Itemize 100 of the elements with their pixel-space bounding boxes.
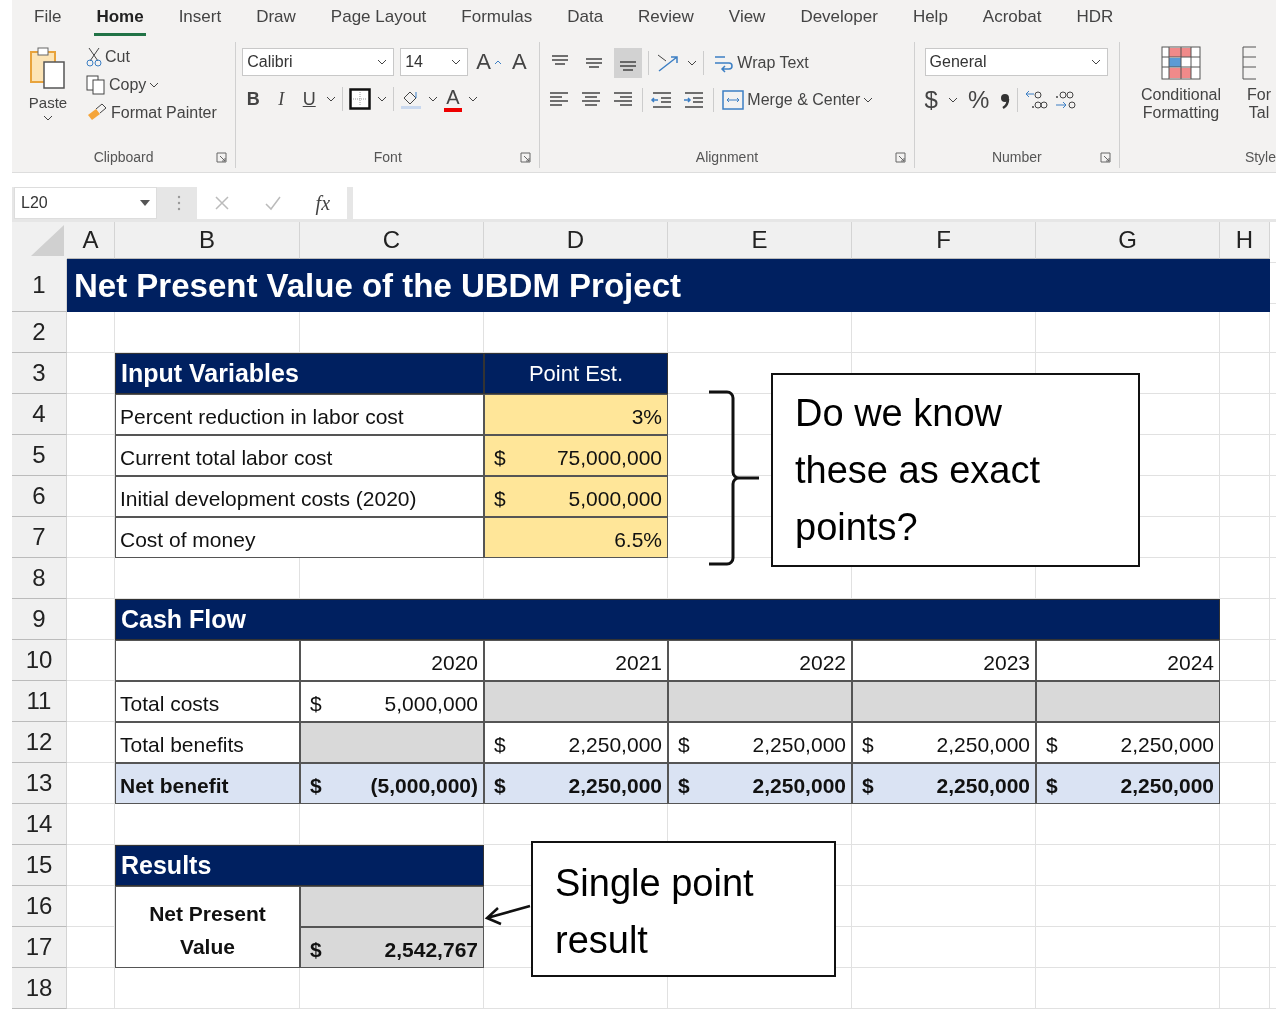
ribbon-tab[interactable]: Help: [910, 0, 950, 36]
launcher-icon[interactable]: [216, 152, 228, 163]
year-cell: 2020: [300, 640, 484, 681]
ribbon-tab[interactable]: Insert: [176, 0, 224, 36]
column-header[interactable]: A: [67, 222, 115, 259]
grow-font-button[interactable]: A: [474, 48, 504, 76]
row-header[interactable]: 2: [12, 312, 67, 353]
table-cell: $ (5,000,000): [300, 763, 484, 804]
launcher-icon[interactable]: [1100, 152, 1111, 163]
font-color-button[interactable]: A: [444, 86, 462, 112]
row-header[interactable]: 4: [12, 394, 67, 435]
font-size-dropdown[interactable]: 14: [400, 48, 469, 76]
currency-button[interactable]: $: [920, 86, 942, 114]
row-header[interactable]: 15: [12, 845, 67, 886]
caret-up-icon: [493, 59, 502, 65]
column-header[interactable]: F: [852, 222, 1036, 259]
formula-input[interactable]: [353, 187, 1276, 219]
column-header[interactable]: G: [1036, 222, 1220, 259]
ribbon-tab[interactable]: File: [32, 0, 64, 36]
ribbon-tab[interactable]: HDR: [1074, 0, 1116, 36]
vertical-align-icon[interactable]: [614, 48, 643, 78]
grip-icon[interactable]: [177, 195, 181, 211]
format-painter-button[interactable]: Format Painter: [84, 102, 219, 124]
cut-button[interactable]: Cut: [84, 46, 219, 68]
input-cell[interactable]: 3%: [484, 394, 668, 435]
row-header[interactable]: 1: [12, 259, 67, 312]
ribbon-tab[interactable]: Acrobat: [980, 0, 1044, 36]
row-header[interactable]: 5: [12, 435, 67, 476]
table-cell: $ 2,250,000: [484, 763, 668, 804]
ribbon-tab[interactable]: Data: [565, 0, 606, 36]
column-header[interactable]: C: [300, 222, 484, 259]
ribbon-tab[interactable]: Formulas: [459, 0, 535, 36]
launcher-icon[interactable]: [894, 152, 906, 163]
row-header[interactable]: 13: [12, 763, 67, 804]
row-header[interactable]: 12: [12, 722, 67, 763]
increase-decimal-icon[interactable]: [1024, 88, 1049, 112]
input-cell[interactable]: 6.5%: [484, 517, 668, 558]
year-cell: 2021: [484, 640, 668, 681]
copy-button[interactable]: Copy: [84, 74, 219, 96]
ribbon-tab[interactable]: Review: [636, 0, 696, 36]
table-cell: $ 2,250,000: [668, 763, 852, 804]
column-header[interactable]: B: [115, 222, 300, 259]
italic-button[interactable]: I: [270, 87, 293, 111]
column-header[interactable]: E: [668, 222, 852, 259]
bold-button[interactable]: B: [242, 87, 265, 111]
table-cell: Current total labor cost: [115, 435, 484, 476]
row-header[interactable]: 7: [12, 517, 67, 558]
ribbon-tab[interactable]: Page Layout: [328, 0, 429, 36]
table-cell: Total costs: [115, 681, 300, 722]
paste-button[interactable]: Paste: [18, 42, 78, 146]
caret-icon: [428, 96, 439, 102]
table-header: Cash Flow: [115, 599, 1220, 640]
caret-icon: [149, 82, 160, 88]
row-header[interactable]: 6: [12, 476, 67, 517]
row-header[interactable]: 16: [12, 886, 67, 927]
row-header[interactable]: 17: [12, 927, 67, 968]
conditional-formatting-button[interactable]: Conditional Formatting: [1126, 42, 1236, 146]
caret-icon: [687, 60, 698, 66]
wrap-text-button[interactable]: Wrap Text: [710, 51, 811, 75]
input-cell[interactable]: $ 5,000,000: [484, 476, 668, 517]
check-icon[interactable]: [263, 195, 282, 211]
table-cell: $ 2,250,000: [852, 763, 1036, 804]
ribbon-tab[interactable]: View: [726, 0, 768, 36]
column-header[interactable]: D: [484, 222, 668, 259]
row-header[interactable]: 11: [12, 681, 67, 722]
table-cell: Net benefit: [115, 763, 300, 804]
row-header[interactable]: 8: [12, 558, 67, 599]
row-header[interactable]: 18: [12, 968, 67, 1009]
decrease-decimal-icon[interactable]: [1054, 88, 1079, 112]
group-label: Font: [373, 149, 402, 165]
row-header[interactable]: 9: [12, 599, 67, 640]
caret-icon: [947, 97, 958, 103]
name-box[interactable]: L20: [14, 187, 157, 219]
format-table-button[interactable]: For Tal: [1242, 42, 1276, 146]
column-header[interactable]: H: [1220, 222, 1270, 259]
merge-center-button[interactable]: Merge & Center: [720, 88, 876, 112]
table-cell: $ 2,250,000: [1036, 722, 1220, 763]
shrink-font-button[interactable]: A: [509, 48, 529, 76]
underline-button[interactable]: U: [298, 87, 321, 111]
font-name-dropdown[interactable]: Calibri: [242, 48, 395, 76]
row-header[interactable]: 3: [12, 353, 67, 394]
group-label: Number: [991, 149, 1042, 165]
percent-button[interactable]: %: [963, 86, 994, 114]
launcher-icon[interactable]: [520, 152, 532, 163]
insert-function-button[interactable]: fx: [315, 191, 331, 215]
row-header[interactable]: 10: [12, 640, 67, 681]
table-grid-icon: [1161, 46, 1201, 80]
ribbon-tab[interactable]: Developer: [798, 0, 880, 36]
callout-text: Single point result: [531, 841, 836, 977]
group-label: Clipboard: [93, 149, 154, 165]
number-format-dropdown[interactable]: General: [924, 48, 1108, 76]
caret-icon: [863, 97, 874, 103]
caret-icon: [377, 59, 388, 65]
row-header[interactable]: 14: [12, 804, 67, 845]
table-cell: Initial development costs (2020): [115, 476, 484, 517]
input-cell[interactable]: $ 75,000,000: [484, 435, 668, 476]
table-cell: $ 2,250,000: [484, 722, 668, 763]
border-icon[interactable]: [349, 88, 372, 110]
ribbon-tab[interactable]: Draw: [254, 0, 298, 36]
group-label: Style: [1244, 149, 1276, 165]
